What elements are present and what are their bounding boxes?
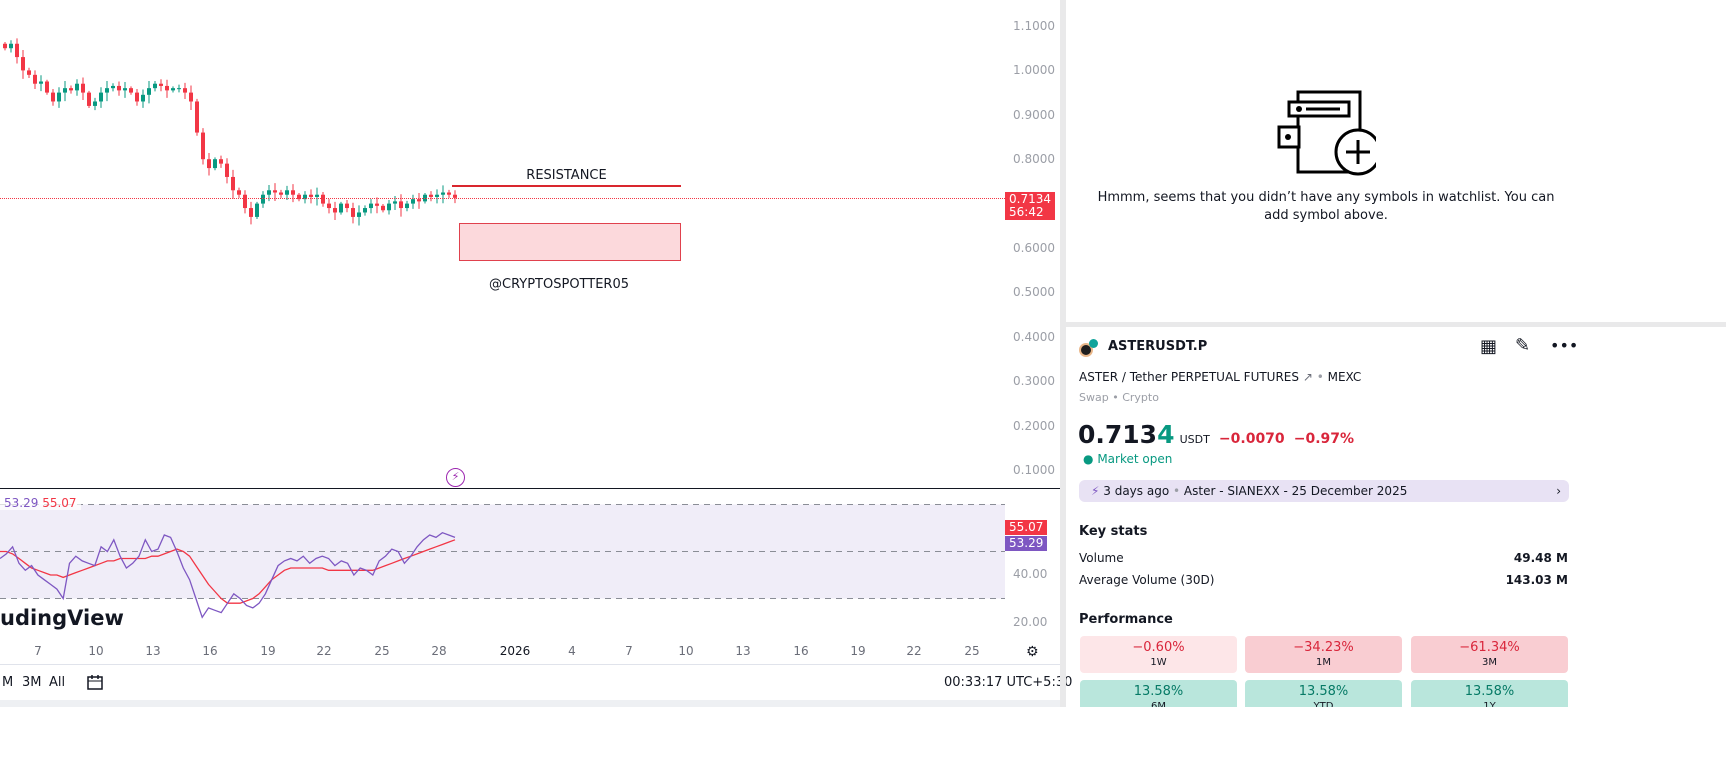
price-change-pct: −0.97% <box>1293 431 1355 447</box>
symbol-description: ASTER / Tether PERPETUAL FUTURES <box>1079 370 1299 384</box>
rsi-value: 53.29 <box>4 496 39 510</box>
market-status-text: Market open <box>1097 452 1173 466</box>
watchlist-empty-message: Hmmm, seems that you didn’t have any sym… <box>1097 190 1555 223</box>
rsi-pane[interactable] <box>0 0 1060 640</box>
rsi-value-label: 53.29 <box>1005 536 1048 551</box>
perf-1w[interactable]: −0.60% 1W <box>1080 636 1237 673</box>
perf-value: 13.58% <box>1464 684 1515 699</box>
perf-value: −0.60% <box>1132 640 1185 655</box>
time-tick: 22 <box>906 644 922 658</box>
time-tick: 25 <box>374 644 390 658</box>
status-dot-icon: ● <box>1083 452 1094 466</box>
price-main: 0.713 <box>1078 420 1158 449</box>
key-stats-title: Key stats <box>1079 524 1148 539</box>
time-tick: 13 <box>735 644 751 658</box>
time-tick: 13 <box>145 644 161 658</box>
rsi-ma-value: 55.07 <box>42 496 77 510</box>
rsi-tick: 20.00 <box>1013 615 1048 629</box>
perf-value: 13.58% <box>1133 684 1184 699</box>
range-all[interactable]: All <box>49 675 65 690</box>
perf-period: 1M <box>1316 657 1331 668</box>
page-bottom <box>0 707 1726 777</box>
price-last-digit: 4 <box>1157 420 1175 449</box>
price-currency: USDT <box>1179 433 1210 446</box>
time-tick: 2026 <box>499 644 531 658</box>
time-tick: 7 <box>625 644 633 658</box>
rsi-legend: 53.29 55.07 <box>0 496 81 510</box>
rsi-ma-label: 55.07 <box>1005 520 1048 535</box>
rsi-band <box>0 504 1005 599</box>
grid-layout-icon[interactable]: ▦ <box>1480 336 1497 357</box>
divider <box>0 664 1060 665</box>
time-tick: 25 <box>964 644 980 658</box>
perf-value: −34.23% <box>1293 640 1354 655</box>
stat-label: Volume <box>1079 551 1124 565</box>
symbol-logo-icon <box>1079 339 1099 359</box>
time-tick: 16 <box>202 644 218 658</box>
more-options-icon[interactable]: ••• <box>1550 336 1578 355</box>
symbol-type: Swap <box>1079 391 1109 404</box>
time-tick: 28 <box>431 644 447 658</box>
news-headline: Aster - SIANEXX - 25 December 2025 <box>1183 484 1408 498</box>
time-tick: 4 <box>568 644 576 658</box>
range-1m[interactable]: M <box>2 675 13 690</box>
chevron-right-icon: › <box>1556 484 1561 498</box>
perf-3m[interactable]: −61.34% 3M <box>1411 636 1568 673</box>
tradingview-logo[interactable]: udingView <box>0 606 124 630</box>
edit-icon[interactable]: ✎ <box>1515 335 1530 356</box>
performance-title: Performance <box>1079 612 1173 627</box>
news-time: 3 days ago <box>1103 484 1170 498</box>
perf-1m[interactable]: −34.23% 1M <box>1245 636 1402 673</box>
stat-label: Average Volume (30D) <box>1079 573 1215 587</box>
bottom-scrollbar[interactable] <box>0 700 1060 707</box>
stat-value: 49.48 M <box>1513 551 1568 565</box>
rsi-tick: 40.00 <box>1013 567 1048 581</box>
symbol-ticker[interactable]: ASTERUSDT.P <box>1108 339 1207 354</box>
time-tick: 16 <box>793 644 809 658</box>
symbol-exchange[interactable]: MEXC <box>1328 370 1362 384</box>
symbol-category: Crypto <box>1122 391 1159 404</box>
perf-period: 1W <box>1150 657 1167 668</box>
stat-value: 143.03 M <box>1505 573 1568 587</box>
time-tick: 7 <box>34 644 42 658</box>
range-3m[interactable]: 3M <box>22 675 42 690</box>
price-change: −0.0070 <box>1218 431 1285 447</box>
calendar-goto-icon[interactable] <box>86 673 104 691</box>
market-status: ● Market open <box>1083 452 1172 466</box>
lightning-icon: ⚡ <box>1091 484 1100 498</box>
settings-icon[interactable]: ⚙ <box>1026 644 1039 660</box>
time-tick: 10 <box>678 644 694 658</box>
right-sidebar: Hmmm, seems that you didn’t have any sym… <box>1066 0 1726 777</box>
perf-value: 13.58% <box>1298 684 1349 699</box>
perf-period: 3M <box>1482 657 1497 668</box>
price-row: 0.7134 USDT −0.0070 −0.97% <box>1078 420 1354 449</box>
add-to-watchlist-illustration-icon <box>1277 90 1376 176</box>
time-tick: 19 <box>850 644 866 658</box>
news-banner[interactable]: ⚡ 3 days ago • Aster - SIANEXX - 25 Dece… <box>1079 480 1569 502</box>
time-tick: 19 <box>260 644 276 658</box>
perf-value: −61.34% <box>1459 640 1520 655</box>
time-tick: 10 <box>88 644 104 658</box>
clock-timezone[interactable]: 00:33:17 UTC+5:30 <box>944 675 1072 690</box>
external-link-icon[interactable]: ↗ <box>1303 370 1313 384</box>
time-tick: 22 <box>316 644 332 658</box>
